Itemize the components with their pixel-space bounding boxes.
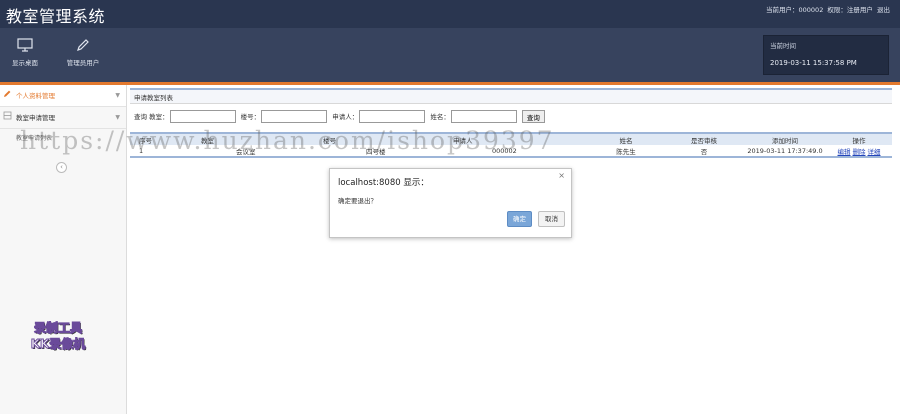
sidebar-item-profile[interactable]: 个人资料管理 ▼	[0, 85, 126, 107]
pencil-icon	[77, 39, 89, 51]
manage-user-label: 管理员用户	[66, 59, 100, 67]
applicant-label: 申请人：	[332, 112, 359, 121]
time-value: 2019-03-11 15:37:58 PM	[770, 59, 857, 67]
time-label: 当前时间	[770, 42, 796, 50]
current-user-label: 当前用户：000002	[766, 6, 824, 14]
cell-operations: 编辑 删除 详细	[826, 145, 892, 158]
column-header: 姓名	[619, 136, 633, 145]
edit-link[interactable]: 编辑	[838, 148, 851, 156]
dialog-message: 确定要退出？	[338, 197, 377, 205]
top-header: 教室管理系统 当前用户：000002 权限：注册用户 退出	[0, 0, 900, 28]
toolbar: 显示桌面 管理员用户 当前时间 2019-03-11 15:37:58 PM	[0, 28, 900, 82]
classroom-input[interactable]	[169, 110, 236, 123]
pencil-icon	[3, 85, 12, 107]
show-desktop-label: 显示桌面	[12, 59, 38, 67]
cell-added-time: 2019-03-11 17:37:49.0	[744, 145, 826, 158]
role-label: 权限：注册用户	[827, 6, 873, 14]
recorder-line1: 录制工具	[33, 321, 82, 336]
detail-link[interactable]: 详细	[868, 148, 881, 156]
delete-link[interactable]: 删除	[853, 148, 866, 156]
logout-link[interactable]: 退出	[877, 6, 890, 14]
user-info: 当前用户：000002 权限：注册用户 退出	[764, 4, 890, 14]
confirm-dialog: localhost:8080 显示： × 确定要退出？ 确定 取消	[329, 168, 572, 238]
collapse-sidebar-icon[interactable]: ‹	[56, 162, 67, 173]
building-label: 楼号：	[240, 112, 261, 121]
classroom-label: 查询 教室：	[134, 112, 169, 121]
building-input[interactable]	[261, 110, 328, 123]
recorder-logo: 录制工具 KK录像机	[18, 320, 98, 352]
monitor-icon	[17, 38, 33, 52]
close-icon[interactable]: ×	[558, 171, 565, 180]
name-label: 姓名：	[430, 112, 450, 121]
name-input[interactable]	[450, 110, 517, 123]
app-title: 教室管理系统	[6, 7, 106, 26]
chevron-down-icon: ▼	[115, 92, 120, 99]
sidebar-item-label: 个人资料管理	[16, 92, 55, 100]
manage-user-button[interactable]: 管理员用户	[60, 36, 106, 67]
grid-icon	[3, 107, 12, 129]
column-header: 添加时间	[772, 136, 798, 145]
current-time-box: 当前时间 2019-03-11 15:37:58 PM	[763, 35, 889, 75]
ok-button[interactable]: 确定	[507, 211, 532, 227]
sidebar-item-label: 教室申请管理	[16, 114, 55, 122]
applicant-input[interactable]	[359, 110, 426, 123]
cell-name: 陈先生	[588, 145, 664, 158]
show-desktop-button[interactable]: 显示桌面	[2, 36, 48, 67]
watermark-text: https://www.huzhan.com/ishop39397	[20, 126, 555, 155]
panel-title: 申请教室列表	[130, 88, 892, 104]
column-header: 是否审核	[691, 136, 717, 145]
accent-divider	[0, 82, 900, 85]
query-button[interactable]: 查询	[521, 110, 545, 123]
recorder-line2: KK录像机	[30, 337, 86, 352]
dialog-title: localhost:8080 显示：	[338, 178, 429, 188]
cancel-button[interactable]: 取消	[538, 211, 565, 227]
column-header: 操作	[852, 136, 866, 145]
cell-reviewed: 否	[664, 145, 744, 158]
